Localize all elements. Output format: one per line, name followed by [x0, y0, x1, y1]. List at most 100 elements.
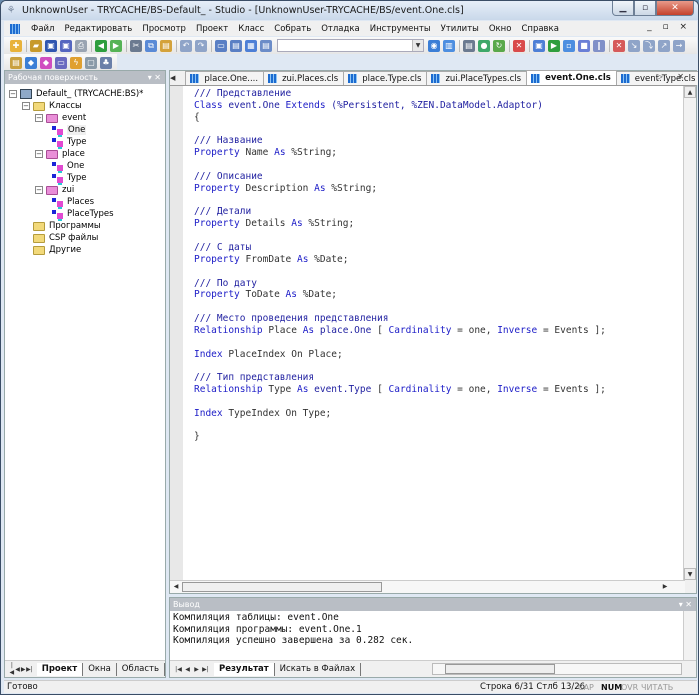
editor-tab[interactable]: event.One.cls [526, 70, 617, 85]
add-trigger-icon[interactable]: ϟ [70, 56, 82, 69]
code-line[interactable]: Property FromDate As %Date; [194, 254, 606, 266]
scroll-right-icon[interactable]: ▶ [659, 581, 671, 593]
close-button[interactable]: ✕ [656, 1, 694, 16]
code-line[interactable] [194, 230, 606, 242]
menu-item[interactable]: Инструменты [365, 24, 436, 34]
cut-icon[interactable]: ✂ [130, 39, 142, 52]
code-text[interactable]: /// Представление Class event.One Extends… [194, 88, 606, 443]
collapse-icon[interactable]: − [35, 114, 43, 122]
refresh-icon[interactable]: ↻ [493, 39, 505, 52]
code-line[interactable]: } [194, 431, 606, 443]
scroll-left-icon[interactable]: ◀ [170, 581, 182, 593]
code-line[interactable] [194, 159, 606, 171]
view-doc-icon[interactable]: ▤ [230, 39, 242, 52]
code-line[interactable]: /// Описание [194, 171, 606, 183]
menu-item[interactable]: Класс [233, 24, 269, 34]
forward-icon[interactable]: ▶ [110, 39, 122, 52]
code-line[interactable]: Relationship Type As event.Type [ Cardin… [194, 384, 606, 396]
stop-debug-icon[interactable]: ■ [578, 39, 590, 52]
code-line[interactable] [194, 124, 606, 136]
title-bar[interactable]: ⚘ UnknownUser - TRYCACHE/BS-Default_ - S… [1, 1, 698, 20]
view-other-icon[interactable]: ▤ [463, 39, 475, 52]
toolbar-combo[interactable]: ▼ [277, 39, 424, 52]
tab-controls[interactable]: ▷ ✕ [657, 72, 690, 81]
output-log[interactable]: Компиляция таблицы: event.One Компиляция … [170, 611, 684, 661]
debug-target-icon[interactable]: ▣ [533, 39, 545, 52]
tree-node[interactable]: Type [9, 136, 165, 148]
code-line[interactable]: /// Детали [194, 206, 606, 218]
workspace-tab[interactable]: Проект [36, 662, 84, 676]
next-tab-icon[interactable]: ▶ [192, 666, 201, 673]
scroll-up-icon[interactable]: ▲ [684, 86, 696, 98]
code-line[interactable]: /// Тип представления [194, 372, 606, 384]
maximize-button[interactable]: ▫ [634, 1, 656, 16]
view-class-icon[interactable]: ▭ [215, 39, 227, 52]
editor-tab[interactable]: place.Type.cls [343, 71, 428, 85]
collapse-icon[interactable]: − [35, 186, 43, 194]
compile-icon[interactable]: ◉ [428, 39, 440, 52]
collapse-icon[interactable]: − [9, 90, 17, 98]
scroll-down-icon[interactable]: ▼ [684, 568, 696, 580]
build-icon[interactable]: ▥ [443, 39, 455, 52]
workspace-tab[interactable]: Окна [83, 662, 117, 676]
save-all-icon[interactable]: ▣ [60, 39, 72, 52]
tree-node[interactable]: Places [9, 196, 165, 208]
collapse-icon[interactable]: − [22, 102, 30, 110]
tree-node[interactable]: Type [9, 172, 165, 184]
editor-gutter[interactable] [170, 86, 183, 580]
run-to-cursor-icon[interactable]: → [673, 39, 685, 52]
chevron-down-icon[interactable]: ▼ [412, 40, 423, 51]
tree-node[interactable]: PlaceTypes [9, 208, 165, 220]
code-line[interactable] [194, 301, 606, 313]
tree-node[interactable]: One [9, 124, 165, 136]
minimize-button[interactable]: ▁ [612, 1, 634, 16]
open-icon[interactable]: ▰ [30, 39, 42, 52]
wizard-icon[interactable]: ▤ [260, 39, 272, 52]
code-line[interactable] [194, 360, 606, 372]
add-relationship-icon[interactable]: ♣ [100, 56, 112, 69]
collapse-icon[interactable]: − [35, 150, 43, 158]
tree-node[interactable]: − zui [9, 184, 165, 196]
add-index-icon[interactable]: ◆ [40, 56, 52, 69]
pause-icon[interactable]: ‖ [593, 39, 605, 52]
code-editor[interactable]: /// Представление Class event.One Extends… [170, 86, 685, 580]
editor-tab[interactable]: zui.Places.cls [263, 71, 345, 85]
scrollbar-thumb[interactable] [445, 664, 555, 674]
code-line[interactable]: Property Name As %String; [194, 147, 606, 159]
menu-item[interactable]: Редактировать [59, 24, 137, 34]
tree-node[interactable]: Программы [9, 220, 165, 232]
menu-item[interactable]: Отладка [316, 24, 365, 34]
add-method-icon[interactable]: ◆ [25, 56, 37, 69]
editor-horizontal-scrollbar[interactable]: ◀ ▶ [170, 580, 685, 593]
workspace-tab[interactable]: Область [117, 662, 166, 676]
copy-icon[interactable]: ⧉ [145, 39, 157, 52]
save-icon[interactable]: ▣ [45, 39, 57, 52]
add-parameter-icon[interactable]: ▢ [85, 56, 97, 69]
code-line[interactable] [194, 195, 606, 207]
mdi-controls[interactable]: _ ▫ × [647, 22, 691, 32]
code-line[interactable]: { [194, 112, 606, 124]
code-line[interactable]: Property ToDate As %Date; [194, 289, 606, 301]
tree-node[interactable]: Другие [9, 244, 165, 256]
code-line[interactable]: Property Details As %String; [194, 218, 606, 230]
menu-item[interactable]: Утилиты [436, 24, 484, 34]
add-query-icon[interactable]: ▭ [55, 56, 67, 69]
menu-item[interactable]: Собрать [269, 24, 316, 34]
tree-node[interactable]: − event [9, 112, 165, 124]
code-line[interactable] [194, 337, 606, 349]
prev-tab-icon[interactable]: ◀ [183, 666, 192, 673]
step-in-icon[interactable]: ↘ [628, 39, 640, 52]
editor-tab[interactable]: zui.PlaceTypes.cls [426, 71, 528, 85]
code-line[interactable]: /// Место проведения представления [194, 313, 606, 325]
remove-breakpoint-icon[interactable]: ✕ [613, 39, 625, 52]
menu-item[interactable]: Файл [26, 24, 59, 34]
step-icon[interactable]: ▫ [563, 39, 575, 52]
code-line[interactable] [194, 266, 606, 278]
web-icon[interactable]: ● [478, 39, 490, 52]
tree-node[interactable]: − Классы [9, 100, 165, 112]
inspector-icon[interactable]: ▦ [245, 39, 257, 52]
code-line[interactable]: Index PlaceIndex On Place; [194, 349, 606, 361]
paste-icon[interactable]: ▤ [160, 39, 172, 52]
code-line[interactable]: /// С даты [194, 242, 606, 254]
step-over-icon[interactable]: ⤵ [643, 39, 655, 52]
